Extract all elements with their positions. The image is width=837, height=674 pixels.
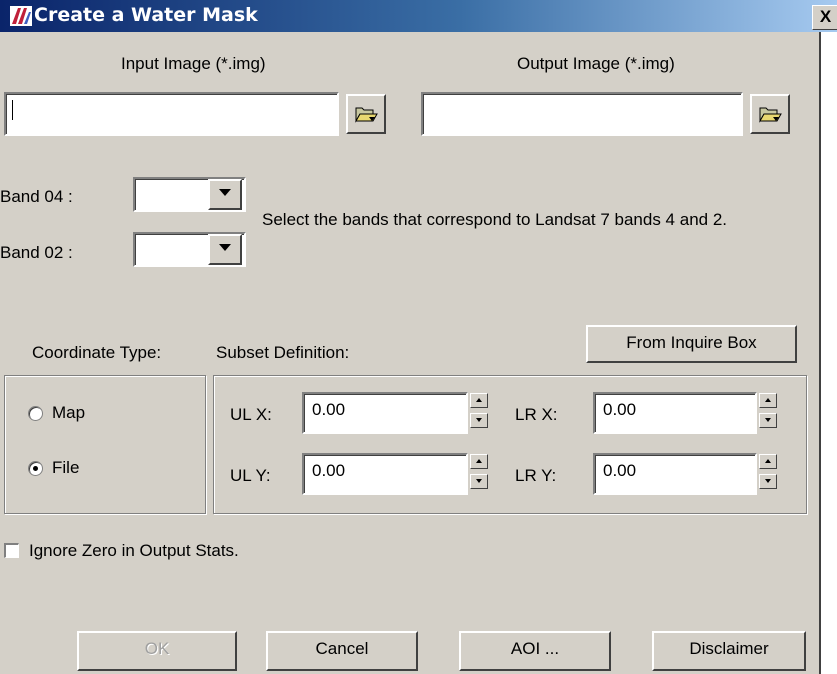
ignore-zero-checkbox[interactable]: [4, 543, 19, 558]
output-image-field[interactable]: [421, 92, 743, 136]
lrx-label: LR X:: [515, 405, 558, 424]
lry-spinner[interactable]: [759, 454, 777, 494]
title-bar[interactable]: Create a Water Mask X: [0, 0, 837, 32]
lrx-input[interactable]: 0.00: [593, 392, 757, 434]
spin-down-button[interactable]: [759, 474, 777, 489]
radio-file-label[interactable]: File: [52, 458, 79, 478]
radio-selected-dot: [33, 466, 38, 471]
output-image-label: Output Image (*.img): [517, 54, 675, 73]
lry-input[interactable]: 0.00: [593, 453, 757, 495]
ulx-label: UL X:: [230, 405, 272, 424]
band-hint-text: Select the bands that correspond to Land…: [262, 210, 728, 229]
cancel-button[interactable]: Cancel: [266, 631, 418, 671]
band04-dropdown-button[interactable]: [208, 179, 242, 210]
coordinate-type-label: Coordinate Type:: [32, 343, 162, 362]
up-arrow-icon: [476, 459, 482, 463]
radio-map-label[interactable]: Map: [52, 403, 85, 423]
chevron-down-icon: [219, 244, 231, 251]
imagine-app-icon: [10, 6, 32, 26]
down-arrow-icon: [476, 479, 482, 483]
uly-input[interactable]: 0.00: [302, 453, 468, 495]
spin-up-button[interactable]: [759, 454, 777, 469]
ulx-input[interactable]: 0.00: [302, 392, 468, 434]
chevron-down-icon: [219, 189, 231, 196]
band02-label: Band 02 :: [0, 243, 73, 262]
band04-select[interactable]: [133, 177, 246, 212]
spin-down-button[interactable]: [470, 413, 488, 428]
folder-open-icon: [355, 107, 378, 123]
subset-definition-label: Subset Definition:: [216, 343, 350, 362]
spin-down-button[interactable]: [470, 474, 488, 489]
spin-up-button[interactable]: [470, 393, 488, 408]
coordinate-type-group: [4, 375, 206, 514]
spin-down-button[interactable]: [759, 413, 777, 428]
folder-open-icon: [759, 107, 782, 123]
down-arrow-icon: [476, 418, 482, 422]
spin-up-button[interactable]: [759, 393, 777, 408]
output-image-browse-button[interactable]: [750, 94, 790, 134]
up-arrow-icon: [476, 398, 482, 402]
input-image-label: Input Image (*.img): [121, 54, 266, 73]
lrx-spinner[interactable]: [759, 393, 777, 433]
radio-map[interactable]: [28, 406, 43, 421]
band02-select[interactable]: [133, 232, 246, 267]
spin-up-button[interactable]: [470, 454, 488, 469]
lry-label: LR Y:: [515, 466, 557, 485]
up-arrow-icon: [765, 459, 771, 463]
text-caret: [12, 100, 13, 120]
uly-spinner[interactable]: [470, 454, 488, 494]
down-arrow-icon: [765, 479, 771, 483]
band04-label: Band 04 :: [0, 187, 73, 206]
disclaimer-button[interactable]: Disclaimer: [652, 631, 806, 671]
window-title: Create a Water Mask: [34, 4, 258, 26]
ignore-zero-label[interactable]: Ignore Zero in Output Stats.: [29, 541, 239, 561]
ulx-spinner[interactable]: [470, 393, 488, 433]
ok-button[interactable]: OK: [77, 631, 237, 671]
up-arrow-icon: [765, 398, 771, 402]
input-image-browse-button[interactable]: [346, 94, 386, 134]
uly-label: UL Y:: [230, 466, 271, 485]
band02-dropdown-button[interactable]: [208, 234, 242, 265]
down-arrow-icon: [765, 418, 771, 422]
close-button[interactable]: X: [812, 5, 837, 30]
background-strip: [821, 0, 837, 674]
aoi-button[interactable]: AOI ...: [459, 631, 611, 671]
input-image-field[interactable]: [4, 92, 339, 136]
radio-file[interactable]: [28, 461, 43, 476]
from-inquire-box-button[interactable]: From Inquire Box: [586, 325, 797, 363]
